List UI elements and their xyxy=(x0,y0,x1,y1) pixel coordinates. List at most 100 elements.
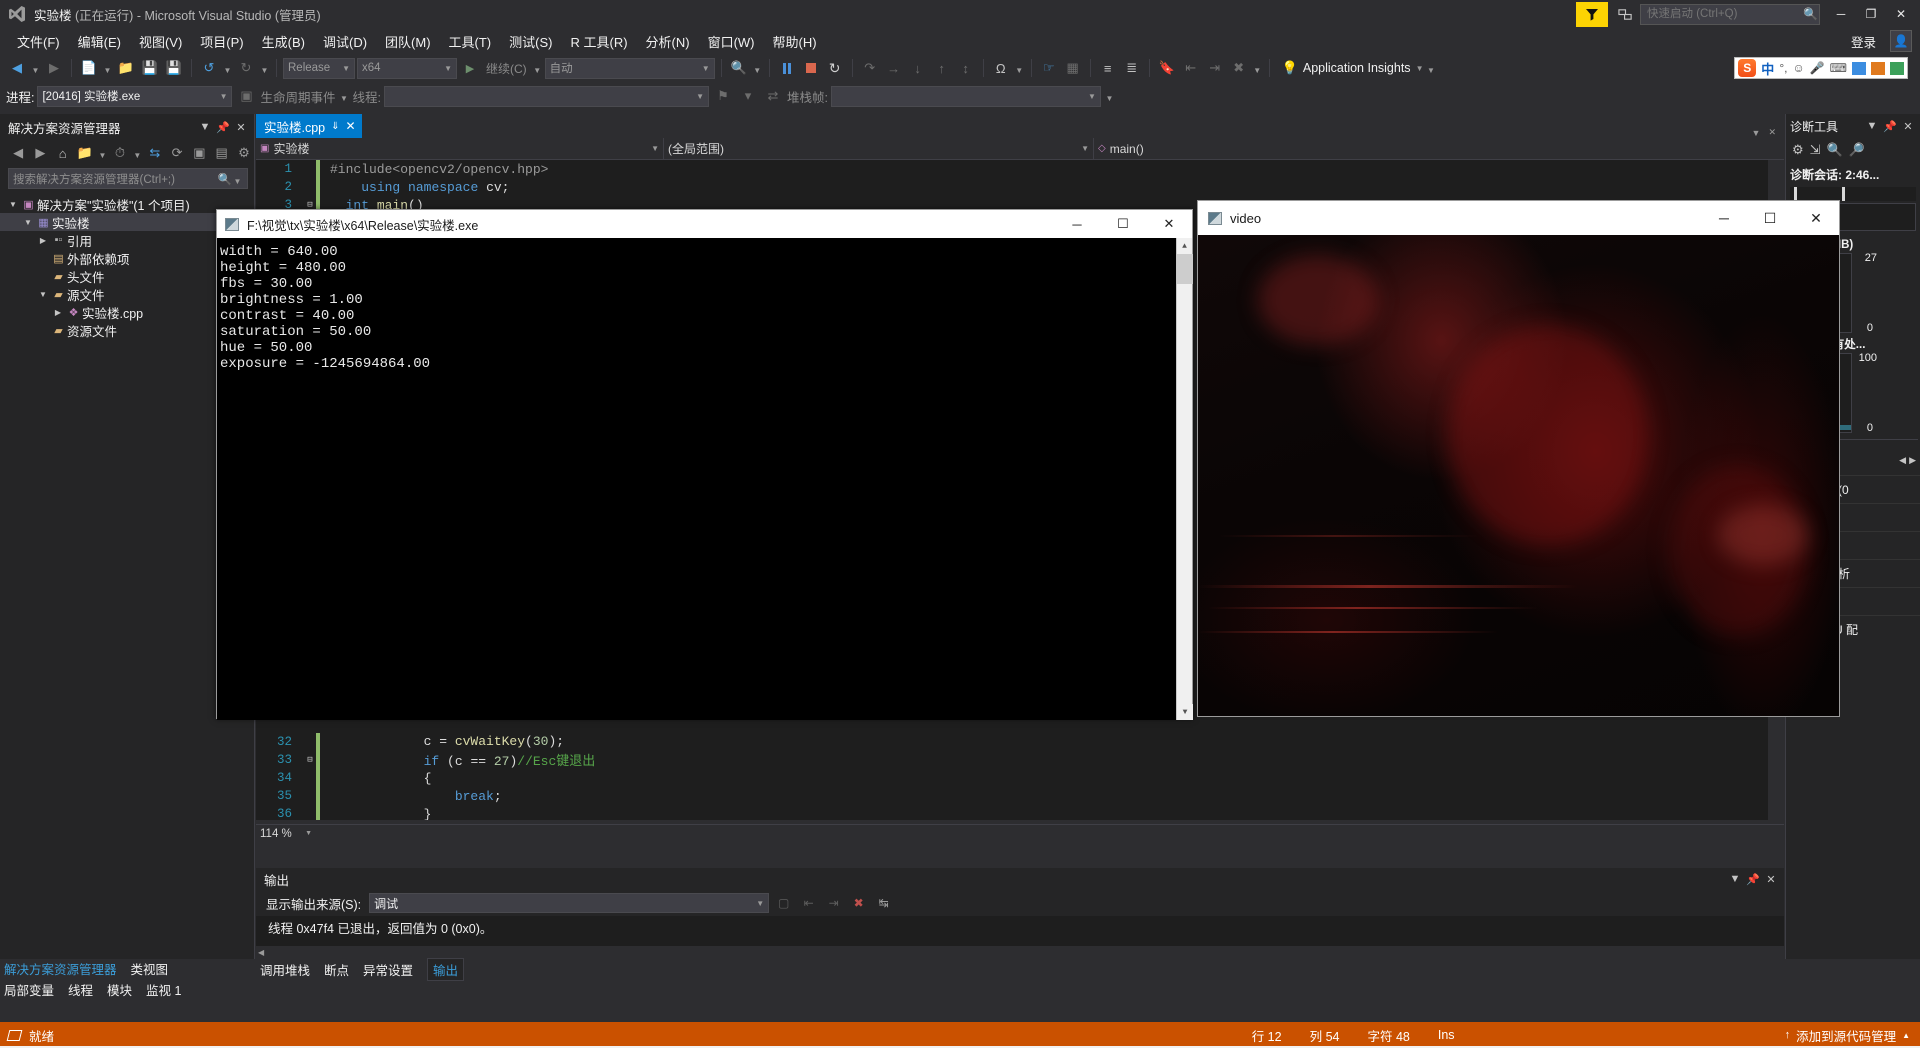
zoom-in-icon[interactable]: 🔍 xyxy=(1827,142,1843,158)
open-file-icon[interactable]: 📁 xyxy=(115,57,137,79)
menu-build[interactable]: 生成(B) xyxy=(253,29,314,54)
quick-launch-input[interactable] xyxy=(1645,7,1803,21)
search-icon[interactable]: 🔍 xyxy=(218,172,232,186)
thread-filter-icon[interactable]: ▾ xyxy=(737,85,759,107)
scroll-down-icon[interactable]: ▼ xyxy=(1177,704,1193,720)
menu-rtools[interactable]: R 工具(R) xyxy=(561,29,636,54)
tab-scroll-controls[interactable]: ◀ ▶ xyxy=(1899,455,1916,466)
attach-to-process-icon[interactable]: 🔍 xyxy=(728,57,750,79)
pin-icon[interactable]: ⇓ xyxy=(331,121,339,132)
collapse-all-icon[interactable]: ▣ xyxy=(189,143,209,164)
step-misc-icon[interactable]: ↕ xyxy=(955,57,977,79)
ime-smiley-icon[interactable]: ☺ xyxy=(1792,61,1804,75)
find-message-icon[interactable]: ▢ xyxy=(773,893,794,914)
output-source-combo[interactable]: 调试 ▼ xyxy=(369,893,770,913)
thread-flag-icon[interactable]: ⚑ xyxy=(712,85,734,107)
continue-dropdown-icon[interactable]: ▼ xyxy=(532,57,543,79)
ime-skin-icon[interactable] xyxy=(1871,61,1885,75)
home-icon[interactable]: ⌂ xyxy=(53,143,73,164)
twisty-icon[interactable]: ▶ xyxy=(36,236,50,245)
menu-view[interactable]: 视图(V) xyxy=(130,29,191,54)
process-combo[interactable]: [20416] 实验楼.exe ▼ xyxy=(37,85,233,107)
step-out-icon[interactable]: ↑ xyxy=(931,57,953,79)
ime-menu-icon[interactable] xyxy=(1890,61,1904,75)
clear-bookmarks-icon[interactable]: ✖ xyxy=(1228,57,1250,79)
undo-dropdown-icon[interactable]: ▼ xyxy=(222,57,233,79)
switch-views-icon[interactable]: 📁 xyxy=(75,143,95,164)
fold-icon[interactable]: ⊟ xyxy=(304,755,316,765)
zoom-out-icon[interactable]: 🔎 xyxy=(1849,142,1865,158)
pin-icon[interactable]: 📌 xyxy=(214,117,232,137)
sogou-ime-toolbar[interactable]: S 中 °, ☺ 🎤 ⌨ xyxy=(1734,57,1908,79)
scroll-thumb[interactable] xyxy=(1177,254,1193,284)
solution-configuration-combo[interactable]: Release ▼ xyxy=(283,57,355,79)
save-all-icon[interactable]: 💾 xyxy=(163,57,185,79)
toggle-word-wrap-icon[interactable]: ↹ xyxy=(873,893,894,914)
back-icon[interactable]: ◀ xyxy=(8,143,28,164)
lifecycle-events-icon[interactable]: ▣ xyxy=(235,85,257,107)
video-minimize-button[interactable]: ─ xyxy=(1701,201,1747,235)
scroll-left-icon[interactable]: ◀ xyxy=(258,948,264,957)
stack-frame-combo[interactable]: ▼ xyxy=(830,85,1101,107)
chevron-down-icon[interactable]: ▼ xyxy=(1726,869,1744,889)
prev-bookmark-icon[interactable]: ⇤ xyxy=(1180,57,1202,79)
scroll-up-icon[interactable]: ▲ xyxy=(1177,238,1192,254)
clear-all-icon[interactable]: ✖ xyxy=(848,893,869,914)
step-over-icon[interactable]: → xyxy=(883,57,905,79)
navigate-backward-dropdown-icon[interactable]: ▼ xyxy=(30,57,41,79)
menu-help[interactable]: 帮助(H) xyxy=(764,29,826,54)
thread-swap-icon[interactable]: ⇄ xyxy=(762,85,784,107)
debug-location-overflow-icon[interactable]: ▼ xyxy=(1104,85,1115,107)
pin-icon[interactable]: 📌 xyxy=(1881,116,1899,136)
twisty-icon[interactable]: ▼ xyxy=(6,200,20,209)
code-line[interactable]: 33 ⊟ if (c == 27)//Esc键退出 xyxy=(256,750,1784,769)
dock-tab[interactable]: 类视图 xyxy=(131,959,169,978)
dock-tab[interactable]: 输出 xyxy=(427,957,465,981)
go-to-previous-icon[interactable]: ⇤ xyxy=(798,893,819,914)
forward-icon[interactable]: ▶ xyxy=(30,143,50,164)
ime-mode-label[interactable]: 中 xyxy=(1761,59,1774,78)
nav-member-combo[interactable]: ◇ main() xyxy=(1094,138,1394,160)
video-close-button[interactable]: ✕ xyxy=(1793,201,1839,235)
navigate-backward-icon[interactable]: ◀ xyxy=(6,57,28,79)
lifecycle-dropdown-icon[interactable]: ▼ xyxy=(339,85,350,107)
select-element-icon[interactable]: ☞ xyxy=(1038,57,1060,79)
attach-dropdown-icon[interactable]: ▼ xyxy=(752,57,763,79)
code-line[interactable]: 32 c = cvWaitKey(30); xyxy=(256,732,1784,751)
diagnostic-timeline-ruler[interactable] xyxy=(1790,187,1916,201)
console-scrollbar[interactable]: ▲ ▼ xyxy=(1176,238,1193,720)
hex-display-icon[interactable]: Ω xyxy=(990,57,1012,79)
pending-changes-dropdown-icon[interactable]: ▼ xyxy=(132,142,143,164)
sync-with-active-document-icon[interactable]: ⇆ xyxy=(145,143,165,164)
sign-in-link[interactable]: 登录 xyxy=(1851,32,1876,51)
code-line[interactable]: 2 using namespace cv; xyxy=(256,178,1784,197)
menu-team[interactable]: 团队(M) xyxy=(376,29,440,54)
twisty-icon[interactable]: ▼ xyxy=(21,218,35,227)
dock-tab[interactable]: 线程 xyxy=(68,980,93,999)
restore-button[interactable]: ❐ xyxy=(1856,0,1886,28)
restart-icon[interactable]: ↻ xyxy=(824,57,846,79)
continue-play-icon[interactable]: ▶ xyxy=(459,57,481,79)
chevron-down-icon[interactable]: ▼ xyxy=(1863,116,1881,136)
stop-debugging-icon[interactable] xyxy=(800,57,822,79)
twisty-icon[interactable]: ▶ xyxy=(51,308,65,317)
console-window[interactable]: F:\视觉\tx\实验楼\x64\Release\实验楼.exe ─ ☐ ✕ w… xyxy=(216,209,1193,720)
video-maximize-button[interactable]: ☐ xyxy=(1747,201,1793,235)
chevron-down-icon[interactable]: ▼ xyxy=(196,117,214,137)
zoom-level-combo[interactable]: 114 % ▼ xyxy=(256,828,316,840)
switch-views-dropdown-icon[interactable]: ▼ xyxy=(97,142,108,164)
indent-decrease-icon[interactable]: ≣ xyxy=(1121,57,1143,79)
ime-mic-icon[interactable]: 🎤 xyxy=(1810,61,1825,75)
settings-gear-icon[interactable]: ⚙ xyxy=(1792,142,1804,158)
close-icon[interactable]: ✕ xyxy=(1762,869,1780,889)
close-button[interactable]: ✕ xyxy=(1886,0,1916,28)
debug-target-combo[interactable]: 自动 ▼ xyxy=(544,57,715,79)
application-insights-button[interactable]: 💡 Application Insights ▼ xyxy=(1282,60,1424,76)
indent-increase-icon[interactable]: ≡ xyxy=(1097,57,1119,79)
share-window-icon[interactable] xyxy=(1612,1,1638,27)
pin-icon[interactable]: 📌 xyxy=(1744,869,1762,889)
export-icon[interactable]: ⇲ xyxy=(1810,142,1821,158)
dock-tab[interactable]: 监视 1 xyxy=(146,980,181,999)
new-project-icon[interactable]: 📄 xyxy=(78,57,100,79)
menu-edit[interactable]: 编辑(E) xyxy=(69,29,130,54)
